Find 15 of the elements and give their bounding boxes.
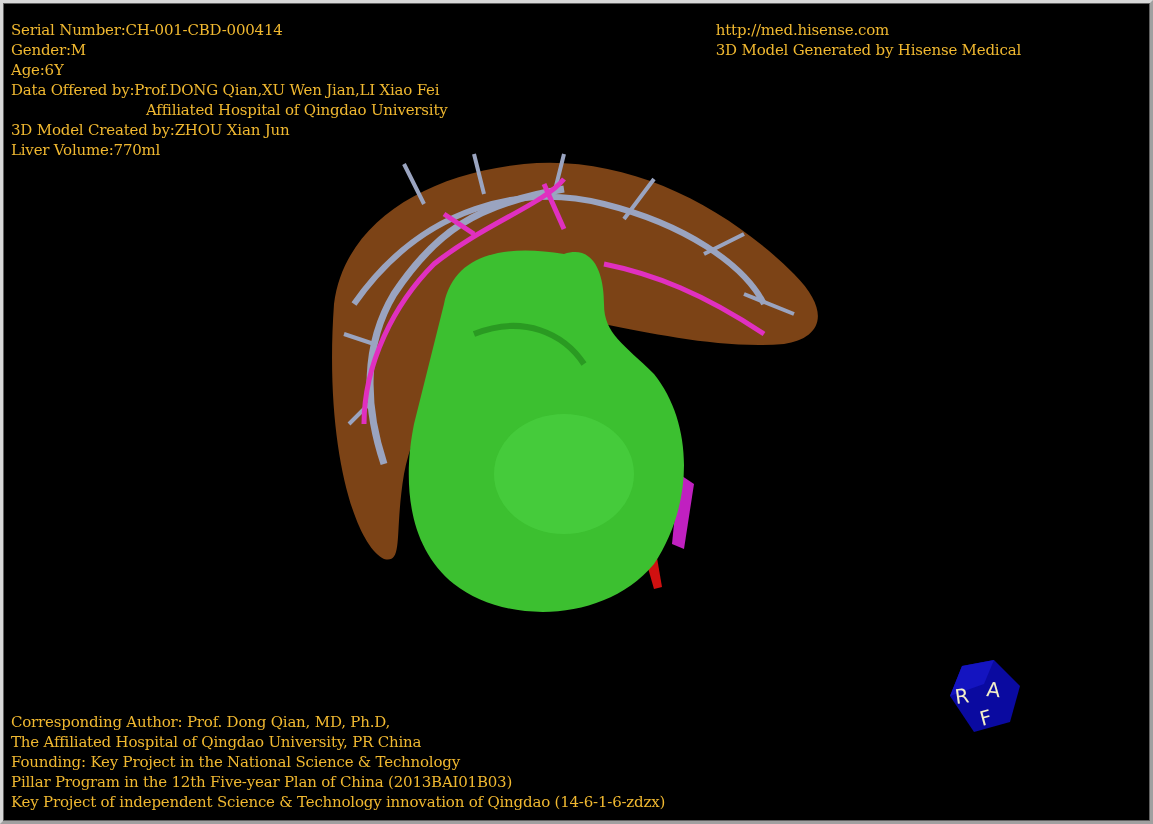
- info-text: Affiliated Hospital of Qingdao University: [145, 100, 448, 120]
- info-text: Liver Volume:770ml: [11, 140, 162, 160]
- info-text: Gender:M: [11, 40, 87, 60]
- info-text: Founding: Key Project in the National Science & Technology: [11, 752, 461, 772]
- info-text: Corresponding Author: Prof. Dong Qian, MD, Ph.D,: [11, 712, 392, 732]
- info-text: Data Offered by:Prof.DONG Qian,XU Wen Jian,LI Xiao Fei: [11, 80, 441, 100]
- info-text: 3D Model Generated by Hisense Medical: [715, 40, 1021, 60]
- info-text: Serial Number:CH-001-CBD-000414: [11, 20, 284, 40]
- info-text: http://med.hisense.com: [715, 20, 890, 40]
- info-text: Age:6Y: [11, 60, 65, 80]
- info-text: Pillar Program in the 12th Five-year Plan of China (2013BAI01B03): [11, 772, 514, 792]
- info-text: 3D Model Created by:ZHOU Xian Jun: [11, 120, 291, 140]
- orientation-cube-drawing[interactable]: R A F: [950, 660, 1020, 732]
- info-text: The Affiliated Hospital of Qingdao University, PR China: [11, 732, 423, 752]
- info-text: Key Project of independent Science & Technology innovation of Qingdao (14-6-1-6-zdzx): [11, 792, 666, 812]
